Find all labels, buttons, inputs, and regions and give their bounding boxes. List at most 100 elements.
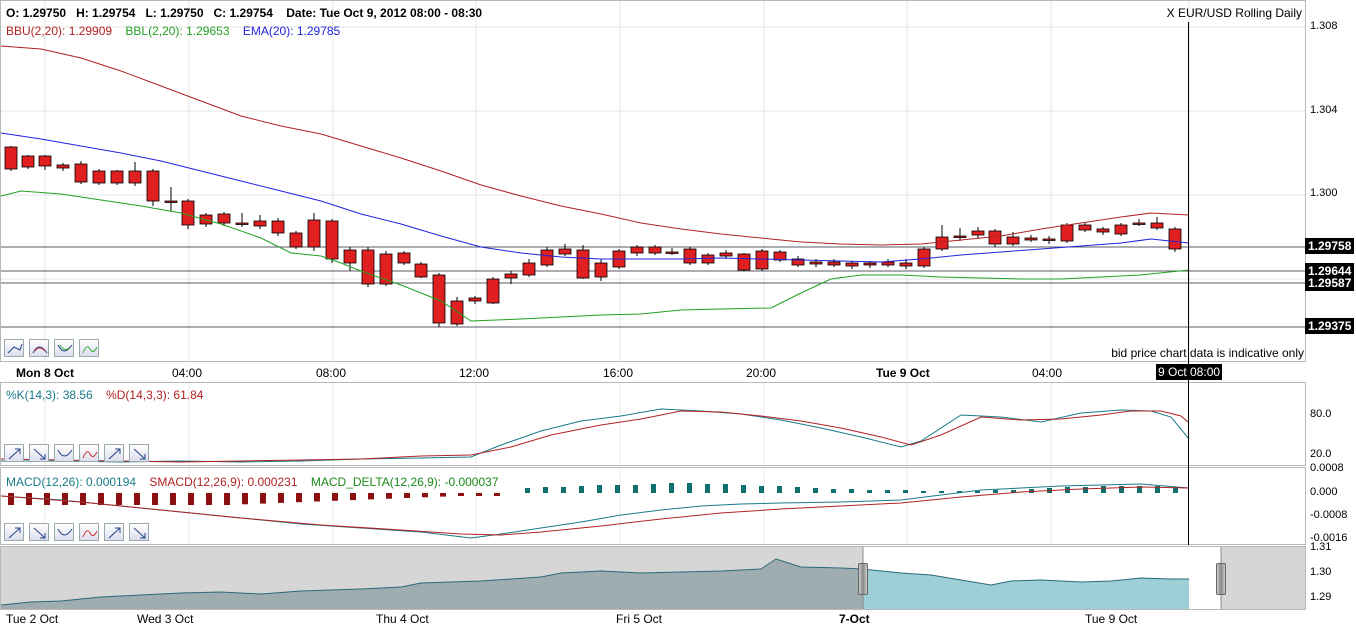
stoch-tool-wave-icon[interactable] (79, 444, 99, 462)
stoch-tool-arrow-down-right-icon-2[interactable] (129, 444, 149, 462)
macd-tool-arrow-down-right-icon[interactable] (29, 523, 49, 541)
candle-down (755, 250, 769, 270)
candle-down (110, 170, 124, 184)
macd-hist-pos (597, 485, 602, 493)
ohlc-low: L: 1.29750 (145, 6, 204, 20)
macd-tool-curve-down-icon[interactable] (54, 523, 74, 541)
macd-tick-neg0008: -0.0008 (1310, 509, 1348, 521)
candle-down (863, 262, 877, 266)
candle-down (917, 248, 931, 267)
macd-hist-pos (849, 489, 854, 493)
candle-down (630, 246, 644, 254)
macd-tool-arrow-up-right-icon-2[interactable] (104, 523, 124, 541)
candle-down (953, 235, 967, 238)
ohlc-date: Date: Tue Oct 9, 2012 08:00 - 08:30 (286, 6, 483, 20)
tool-curve-down-icon[interactable] (54, 339, 74, 357)
candle-down (397, 252, 411, 264)
nav-label-7oct: 7-Oct (839, 612, 870, 626)
macd-hist-neg (386, 493, 392, 499)
macd-hist-pos (543, 487, 548, 493)
macd-hist-neg (314, 493, 320, 502)
ohlc-open: O: 1.29750 (6, 6, 67, 20)
macd-tool-arrow-down-right-icon-2[interactable] (129, 523, 149, 541)
bbu-line (1, 45, 1190, 246)
macd-tool-arrow-up-right-icon[interactable] (4, 523, 24, 541)
macd-hist-neg (440, 493, 446, 497)
macd-hist-neg (26, 493, 32, 505)
stoch-d-legend: %D(14,3,3): 61.84 (106, 388, 204, 402)
candle-down (217, 213, 231, 224)
navigator-panel[interactable] (0, 546, 1306, 610)
macd-hist-neg (8, 493, 14, 505)
x-label-1600: 16:00 (603, 366, 634, 380)
nav-label-wed3: Wed 3 Oct (137, 612, 194, 626)
nav-tick-130: 1.30 (1310, 566, 1332, 578)
macd-hist-neg (206, 493, 212, 505)
macd-hist-pos (975, 491, 980, 493)
stoch-tool-arrow-up-right-icon[interactable] (4, 444, 24, 462)
y-tick-1308: 1.308 (1310, 20, 1338, 32)
candle-down (1024, 237, 1038, 241)
tool-line-up-icon[interactable] (4, 339, 24, 357)
macd-line-legend: MACD(12,26): 0.000194 (6, 475, 137, 489)
stoch-tool-arrow-up-right-icon-2[interactable] (104, 444, 124, 462)
macd-hist-neg (170, 493, 176, 505)
candle-down (38, 155, 52, 167)
bbl-line (1, 190, 1190, 322)
ohlc-readout: O: 1.29750 H: 1.29754 L: 1.29750 C: 1.29… (6, 6, 482, 20)
navigator-canvas[interactable] (1, 547, 1306, 610)
macd-legend: MACD(12,26): 0.000194 SMACD(12,26,9): 0.… (6, 475, 499, 489)
stoch-k-line (1, 408, 1190, 463)
nav-label-fri5: Fri 5 Oct (616, 612, 663, 626)
candle-down (648, 246, 662, 254)
stoch-legend: %K(14,3): 38.56 %D(14,3,3): 61.84 (6, 388, 203, 402)
candle-down (1150, 222, 1164, 229)
candle-down (881, 261, 895, 266)
candle-down (845, 262, 859, 267)
candle-down (809, 261, 823, 265)
macd-hist-neg (404, 493, 410, 498)
x-label-0400: 04:00 (172, 366, 203, 380)
price-chart-canvas[interactable] (1, 1, 1306, 362)
candle-down (576, 249, 590, 279)
macd-hist-pos (741, 485, 746, 493)
smacd-legend: SMACD(12,26,9): 0.000231 (149, 475, 298, 489)
nav-label-tue9: Tue 9 Oct (1085, 612, 1138, 626)
macd-hist-neg (422, 493, 428, 498)
x-label-0800: 08:00 (316, 366, 347, 380)
ohlc-close: C: 1.29754 (213, 6, 273, 20)
navigator-left-handle[interactable] (858, 563, 868, 595)
macd-tick-0008: 0.0008 (1310, 462, 1344, 474)
macd-hist-neg (62, 493, 68, 505)
x-label-mon8: Mon 8 Oct (16, 366, 75, 380)
macd-tool-wave-icon[interactable] (79, 523, 99, 541)
price-chart-panel[interactable] (0, 0, 1306, 362)
candle-down (343, 249, 357, 264)
indicator-legend: BBU(2,20): 1.29909 BBL(2,20): 1.29653 EM… (6, 24, 350, 38)
candle-down (325, 220, 339, 260)
macd-hist-pos (561, 487, 566, 493)
nav-label-tue2: Tue 2 Oct (6, 612, 59, 626)
macd-hist-neg (368, 493, 374, 500)
stoch-tool-curve-down-icon[interactable] (54, 444, 74, 462)
stoch-tick-80: 80.0 (1310, 408, 1332, 420)
macd-hist-pos (939, 491, 944, 493)
candle-down (558, 248, 572, 255)
bbl-legend: BBL(2,20): 1.29653 (125, 24, 230, 38)
navigator-right-handle[interactable] (1216, 563, 1226, 595)
stoch-tool-arrow-down-right-icon[interactable] (29, 444, 49, 462)
tool-curve-up-icon[interactable] (29, 339, 49, 357)
candle-down (21, 155, 35, 168)
macd-hist-pos (777, 486, 782, 493)
candle-down (1096, 228, 1110, 233)
candle-down (271, 220, 285, 234)
candle-down (1006, 236, 1020, 245)
tool-wave-icon[interactable] (79, 339, 99, 357)
y-tick-1304: 1.304 (1310, 104, 1338, 116)
macd-hist-pos (525, 488, 530, 493)
candle-down (74, 163, 88, 183)
macd-hist-pos (993, 490, 998, 493)
macd-hist-pos (633, 485, 638, 493)
macd-hist-pos (669, 483, 674, 493)
candle-down (827, 261, 841, 266)
